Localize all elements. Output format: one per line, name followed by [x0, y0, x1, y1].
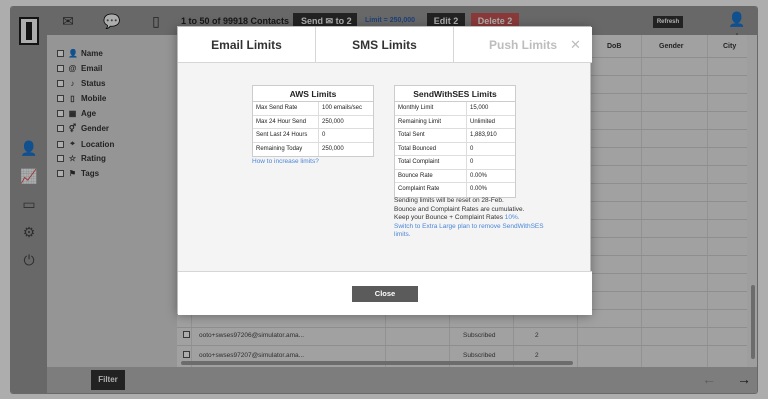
table-row: Max Send Rate 100 emails/sec — [253, 102, 373, 116]
close-button[interactable]: Close — [352, 286, 418, 302]
tab-sms-limits[interactable]: SMS Limits — [316, 27, 454, 63]
row-value: 250,000 — [322, 118, 344, 125]
row-key: Sent Last 24 Hours — [253, 129, 319, 142]
tab-email-limits[interactable]: Email Limits — [178, 27, 316, 63]
row-key: Remaining Today — [253, 142, 319, 156]
table-row: Remaining Limit Unlimited — [395, 115, 515, 129]
upgrade-plan-link-cont[interactable]: limits. — [394, 231, 544, 240]
row-value: 100 emails/sec — [322, 105, 363, 111]
aws-limits-title: AWS Limits — [253, 86, 373, 102]
row-key: Total Bounced — [395, 142, 467, 155]
row-value: 0 — [470, 159, 474, 165]
row-value: 15,000 — [470, 105, 489, 111]
aws-limits-table: AWS Limits Max Send Rate 100 emails/sec M… — [252, 85, 374, 157]
close-icon[interactable]: ✕ — [570, 37, 581, 53]
row-value: Unlimited — [470, 118, 496, 125]
row-value: 0.00% — [470, 186, 488, 192]
row-key: Total Complaint — [395, 156, 467, 169]
table-row: Total Sent 1,883,910 — [395, 129, 515, 143]
table-row: Total Bounced 0 — [395, 142, 515, 156]
upgrade-plan-link[interactable]: Switch to Extra Large plan to remove Sen… — [394, 223, 544, 232]
row-key: Max 24 Hour Send — [253, 115, 319, 128]
row-key: Remaining Limit — [395, 115, 467, 128]
row-value: 0 — [322, 132, 326, 138]
ses-limits-title: SendWithSES Limits — [395, 86, 515, 102]
row-value: 0.00% — [470, 172, 488, 179]
row-value: 250,000 — [322, 145, 344, 152]
note-keep-rates: Keep your Bounce + Complaint Rates 10%. — [394, 214, 544, 223]
row-key: Max Send Rate — [253, 102, 319, 115]
table-row: Sent Last 24 Hours 0 — [253, 129, 373, 143]
table-row: Bounce Rate 0.00% — [395, 169, 515, 183]
row-value: 1,883,910 — [470, 132, 497, 138]
note-reset: Sending limits will be reset on 28-Feb. — [394, 197, 504, 204]
row-key: Bounce Rate — [395, 169, 467, 182]
row-value: 0 — [470, 145, 474, 152]
note-keep-text: Keep your Bounce + Complaint Rates — [394, 214, 503, 221]
row-key: Total Sent — [395, 129, 467, 142]
modal-footer: Close — [178, 271, 592, 315]
ses-limits-table: SendWithSES Limits Monthly Limit 15,000 R… — [394, 85, 516, 198]
rate-threshold-link[interactable]: 10%. — [505, 214, 520, 221]
limits-modal: Email Limits SMS Limits Push Limits ✕ AW… — [177, 26, 592, 315]
note-cumulative: Bounce and Complaint Rates are cumulativ… — [394, 205, 525, 213]
increase-limits-link[interactable]: How to increase limits? — [252, 158, 319, 165]
modal-tabs: Email Limits SMS Limits Push Limits ✕ — [178, 27, 592, 63]
table-row: Max 24 Hour Send 250,000 — [253, 115, 373, 129]
limits-notes: Sending limits will be reset on 28-Feb. … — [394, 197, 544, 240]
table-row: Remaining Today 250,000 — [253, 142, 373, 156]
row-key: Complaint Rate — [395, 183, 467, 197]
row-key: Monthly Limit — [395, 102, 467, 115]
table-row: Complaint Rate 0.00% — [395, 183, 515, 197]
table-row: Monthly Limit 15,000 — [395, 102, 515, 116]
table-row: Total Complaint 0 — [395, 156, 515, 170]
